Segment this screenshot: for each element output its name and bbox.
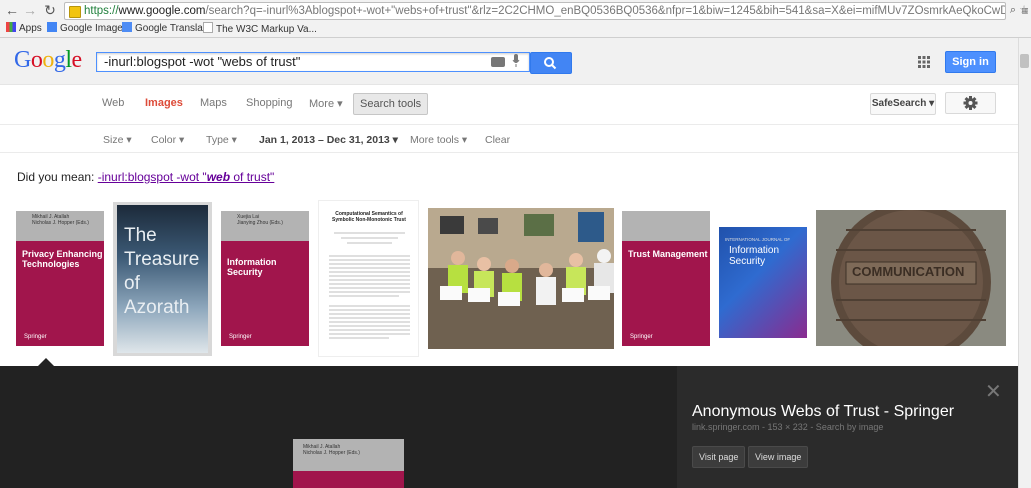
address-bar[interactable]: https://www.google.com/search?q=-inurl%3… (64, 2, 1006, 20)
visit-page-button[interactable]: Visit page (692, 446, 746, 468)
did-you-mean-link[interactable]: -inurl:blogspot -wot "web of trust" (98, 170, 275, 184)
microphone-icon[interactable] (512, 54, 520, 68)
preview-image[interactable]: Mikhail J. Atallah Nicholas J. Hopper (E… (293, 439, 404, 488)
google-header: Google Sign in (0, 38, 1018, 85)
cover-authors: Mikhail J. Atallah Nicholas J. Hopper (E… (32, 214, 89, 226)
page-icon (203, 22, 213, 33)
menu-icon[interactable]: ≡ (1017, 3, 1031, 19)
cover-title: Information Security (729, 245, 780, 267)
tool-size[interactable]: Size ▾ (103, 134, 132, 146)
springer-logo: Springer (630, 334, 653, 340)
reload-icon[interactable]: ↻ (42, 2, 58, 18)
tab-web[interactable]: Web (102, 97, 124, 109)
springer-logo: Springer (24, 334, 47, 340)
bookmarks-bar: Apps Google Images Google Translate The … (0, 20, 1031, 38)
lock-icon (69, 6, 81, 18)
camera-icon[interactable] (491, 57, 505, 67)
tool-date-range[interactable]: Jan 1, 2013 – Dec 31, 2013 ▾ (259, 134, 398, 146)
search-tools-button[interactable]: Search tools (353, 93, 429, 115)
apps-grid-icon[interactable] (918, 56, 930, 68)
journal-header: INTERNATIONAL JOURNAL OF (725, 237, 791, 242)
forward-arrow-icon[interactable]: → (22, 2, 38, 18)
apps-grid-icon (6, 22, 16, 32)
search-button[interactable] (530, 52, 572, 74)
result-thumbnail[interactable]: Mikhail J. Atallah Nicholas J. Hopper (E… (16, 211, 104, 346)
bookmark-apps[interactable]: Apps (6, 22, 42, 35)
springer-logo: Springer (229, 334, 252, 340)
logo-letter: G (14, 47, 31, 73)
preview-pointer (38, 358, 54, 366)
bookmark-google-images[interactable]: Google Images (47, 22, 128, 35)
safesearch-dropdown[interactable]: SafeSearch ▾ (870, 93, 936, 115)
url-scheme: https:// (84, 5, 119, 17)
tool-type[interactable]: Type ▾ (206, 134, 237, 146)
cover-title: Information Security (227, 257, 277, 277)
result-thumbnail-photo[interactable]: COMMUNICATION (816, 210, 1006, 346)
bookmark-w3c-validator[interactable]: The W3C Markup Va... (203, 22, 317, 35)
cover-text: COMMUNICATION (852, 264, 965, 279)
tab-more[interactable]: More ▾ (309, 97, 343, 110)
paper-text-lines (329, 232, 410, 339)
divider (0, 152, 1018, 153)
cover-title: Trust Management (628, 249, 708, 259)
url-path: /search?q=-inurl%3Ablogspot+-wot+"webs+o… (205, 5, 1006, 17)
cover-title: The Treasure of Azorath (124, 225, 200, 318)
search-input[interactable] (96, 52, 530, 72)
google-images-icon (47, 22, 57, 32)
result-thumbnail-selected[interactable]: The Treasure of Azorath (113, 202, 212, 356)
did-you-mean: Did you mean: -inurl:blogspot -wot "web … (17, 170, 275, 184)
divider (0, 124, 1018, 125)
result-thumbnail[interactable]: Trust Management Springer (622, 211, 710, 346)
bookmark-google-translate[interactable]: Google Translate (122, 22, 211, 35)
google-translate-icon (122, 22, 132, 32)
logo-letter: g (53, 47, 66, 73)
preview-meta: link.springer.com - 153 × 232 - Search b… (692, 422, 884, 432)
scrollbar[interactable] (1018, 38, 1031, 488)
scrollbar-thumb[interactable] (1020, 54, 1029, 68)
tab-images[interactable]: Images (145, 97, 183, 109)
tool-color[interactable]: Color ▾ (151, 134, 184, 146)
url-domain: www.google.com (118, 5, 206, 17)
logo-letter: o (30, 47, 43, 73)
logo-letter: e (71, 47, 83, 73)
sign-in-button[interactable]: Sign in (945, 51, 996, 73)
gear-icon (963, 96, 978, 110)
google-logo[interactable]: Google (14, 47, 82, 74)
settings-button[interactable] (945, 92, 996, 114)
browser-toolbar: ← → ↻ https://www.google.com/search?q=-i… (0, 0, 1031, 21)
logo-letter: o (42, 47, 54, 73)
result-thumbnail[interactable]: INTERNATIONAL JOURNAL OF Information Sec… (719, 219, 807, 338)
close-icon[interactable]: ✕ (985, 379, 1002, 404)
preview-title[interactable]: Anonymous Webs of Trust - Springer (692, 403, 954, 421)
cover-title: Privacy Enhancing Technologies (22, 249, 103, 269)
tab-maps[interactable]: Maps (200, 97, 227, 109)
tool-clear[interactable]: Clear (485, 134, 510, 146)
tab-shopping[interactable]: Shopping (246, 97, 293, 109)
back-arrow-icon[interactable]: ← (4, 2, 20, 18)
cover-authors: Xuejia Lai Jianying Zhou (Eds.) (237, 214, 283, 226)
view-image-button[interactable]: View image (748, 446, 809, 468)
result-thumbnail[interactable]: Xuejia Lai Jianying Zhou (Eds.) Informat… (221, 211, 309, 346)
audience-photo (428, 208, 614, 349)
tool-more-tools[interactable]: More tools ▾ (410, 134, 467, 146)
magnifier-icon (544, 57, 557, 70)
result-thumbnail-photo[interactable] (428, 208, 614, 349)
result-thumbnail[interactable]: Computational Semantics of Symbolic Non-… (318, 200, 419, 357)
